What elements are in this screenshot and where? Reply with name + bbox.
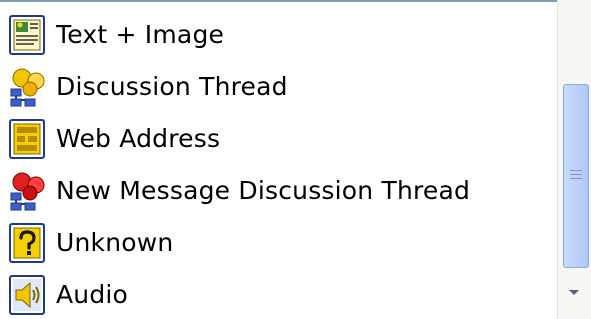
audio-icon <box>9 275 45 315</box>
list-item-unknown[interactable]: Unknown <box>8 220 548 266</box>
list-item-text-image[interactable]: Text + Image <box>8 12 548 58</box>
text-image-icon <box>9 15 45 55</box>
web-address-icon <box>9 119 45 159</box>
list-item-label: Discussion Thread <box>56 72 288 101</box>
list-item-label: Audio <box>56 280 129 309</box>
thumb-grip-line <box>570 170 582 171</box>
scroll-down-arrow-icon[interactable] <box>569 290 579 295</box>
scrollbar-thumb[interactable] <box>563 84 589 268</box>
thumb-grip-line <box>570 178 582 179</box>
new-message-discussion-thread-icon <box>10 172 45 211</box>
vertical-scrollbar[interactable] <box>557 0 591 319</box>
list-item-audio[interactable]: Audio <box>8 272 548 318</box>
list-item-label: Web Address <box>56 124 221 153</box>
item-type-listbox[interactable]: Text + Image Discussion Thread Web Addre… <box>0 0 557 319</box>
list-item-label: Text + Image <box>56 20 225 49</box>
thumb-grip-line <box>570 174 582 175</box>
list-item-new-message-discussion-thread[interactable]: New Message Discussion Thread <box>8 168 548 214</box>
list-item-label: Unknown <box>56 228 174 257</box>
list-item-label: New Message Discussion Thread <box>56 176 471 205</box>
list-item-web-address[interactable]: Web Address <box>8 116 548 162</box>
list-item-discussion-thread[interactable]: Discussion Thread <box>8 64 548 110</box>
discussion-thread-icon <box>10 68 45 107</box>
item-type-list-window: Text + Image Discussion Thread Web Addre… <box>0 0 591 319</box>
unknown-icon <box>9 223 45 263</box>
